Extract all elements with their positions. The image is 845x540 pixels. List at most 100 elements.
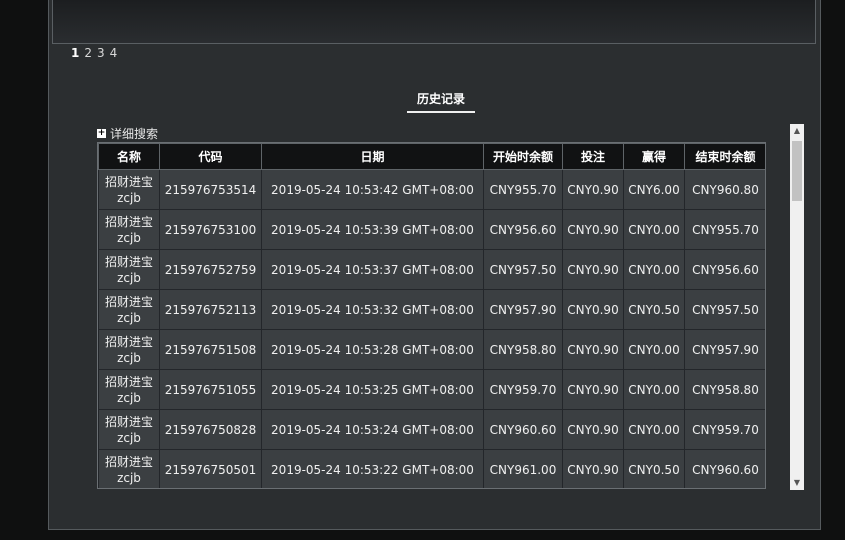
page-link-4[interactable]: 4 bbox=[110, 46, 118, 60]
cell-end-balance: CNY960.60 bbox=[684, 449, 765, 488]
cell-win: CNY0.00 bbox=[623, 329, 685, 370]
table-row: 招财进宝 zcjb 215976753100 2019-05-24 10:53:39 … bbox=[98, 209, 765, 250]
cell-bet: CNY0.90 bbox=[562, 449, 624, 488]
cell-end-balance: CNY960.80 bbox=[684, 169, 765, 210]
table-row: 招财进宝 zcjb 215976751508 2019-05-24 10:53:28 … bbox=[98, 329, 765, 370]
game-name: 招财进宝 bbox=[104, 414, 153, 429]
table-row: 招财进宝 zcjb 215976753514 2019-05-24 10:53:42 … bbox=[98, 169, 765, 210]
header-date: 日期 bbox=[261, 143, 484, 170]
cell-code: 215976752759 bbox=[159, 249, 262, 290]
header-start-balance: 开始时余额 bbox=[483, 143, 563, 170]
table-scrollbar[interactable]: ▲ ▼ bbox=[790, 124, 804, 490]
table-row: 招财进宝 zcjb 215976752113 2019-05-24 10:53:32 … bbox=[98, 289, 765, 330]
history-table-container: 名称 代码 日期 开始时余额 投注 赢得 结束时余额 招财进宝 zcjb 21597… bbox=[97, 142, 766, 489]
detailed-search-label: 详细搜索 bbox=[110, 127, 159, 141]
cell-bet: CNY0.90 bbox=[562, 249, 624, 290]
cell-win: CNY0.00 bbox=[623, 209, 685, 250]
cell-win: CNY6.00 bbox=[623, 169, 685, 210]
detailed-search-toggle[interactable]: + 详细搜索 bbox=[97, 125, 158, 142]
cell-end-balance: CNY957.90 bbox=[684, 329, 765, 370]
cell-date: 2019-05-24 10:53:39 GMT+08:00 bbox=[261, 209, 484, 250]
cell-win: CNY0.50 bbox=[623, 449, 685, 488]
game-name: 招财进宝 bbox=[104, 334, 153, 349]
cell-date: 2019-05-24 10:53:25 GMT+08:00 bbox=[261, 369, 484, 410]
game-code: zcjb bbox=[117, 230, 141, 245]
cell-win: CNY0.50 bbox=[623, 289, 685, 330]
cell-code: 215976750828 bbox=[159, 409, 262, 450]
cell-name: 招财进宝 zcjb bbox=[98, 409, 160, 450]
game-code: zcjb bbox=[117, 310, 141, 325]
header-name: 名称 bbox=[98, 143, 160, 170]
header-end-balance: 结束时余额 bbox=[684, 143, 765, 170]
cell-date: 2019-05-24 10:53:28 GMT+08:00 bbox=[261, 329, 484, 370]
header-code: 代码 bbox=[159, 143, 262, 170]
game-name: 招财进宝 bbox=[104, 254, 153, 269]
cell-code: 215976751055 bbox=[159, 369, 262, 410]
header-bet: 投注 bbox=[562, 143, 624, 170]
page-link-1[interactable]: 1 bbox=[71, 46, 79, 60]
cell-date: 2019-05-24 10:53:22 GMT+08:00 bbox=[261, 449, 484, 488]
cell-bet: CNY0.90 bbox=[562, 169, 624, 210]
cell-date: 2019-05-24 10:53:42 GMT+08:00 bbox=[261, 169, 484, 210]
cell-code: 215976751508 bbox=[159, 329, 262, 370]
cell-date: 2019-05-24 10:53:37 GMT+08:00 bbox=[261, 249, 484, 290]
cell-name: 招财进宝 zcjb bbox=[98, 369, 160, 410]
cell-win: CNY0.00 bbox=[623, 249, 685, 290]
cell-name: 招财进宝 zcjb bbox=[98, 449, 160, 488]
game-name: 招财进宝 bbox=[104, 214, 153, 229]
page-link-2[interactable]: 2 bbox=[84, 46, 92, 60]
game-code: zcjb bbox=[117, 190, 141, 205]
cell-bet: CNY0.90 bbox=[562, 289, 624, 330]
game-code: zcjb bbox=[117, 390, 141, 405]
table-header-row: 名称 代码 日期 开始时余额 投注 赢得 结束时余额 bbox=[98, 143, 765, 170]
history-table: 名称 代码 日期 开始时余额 投注 赢得 结束时余额 招财进宝 zcjb 21597… bbox=[98, 143, 765, 488]
arrow-up-icon[interactable]: ▲ bbox=[790, 124, 804, 138]
top-panel bbox=[52, 0, 816, 44]
cell-start-balance: CNY959.70 bbox=[483, 369, 563, 410]
cell-start-balance: CNY956.60 bbox=[483, 209, 563, 250]
cell-end-balance: CNY958.80 bbox=[684, 369, 765, 410]
history-title: 历史记录 bbox=[407, 90, 475, 113]
game-code: zcjb bbox=[117, 350, 141, 365]
plus-box-icon: + bbox=[97, 128, 106, 138]
cell-win: CNY0.00 bbox=[623, 409, 685, 450]
cell-end-balance: CNY956.60 bbox=[684, 249, 765, 290]
history-window: 1234 历史记录 + 详细搜索 名称 代码 日期 开始时余额 投注 赢得 结束… bbox=[48, 0, 821, 530]
cell-end-balance: CNY955.70 bbox=[684, 209, 765, 250]
cell-date: 2019-05-24 10:53:24 GMT+08:00 bbox=[261, 409, 484, 450]
cell-bet: CNY0.90 bbox=[562, 209, 624, 250]
cell-code: 215976753514 bbox=[159, 169, 262, 210]
cell-bet: CNY0.90 bbox=[562, 369, 624, 410]
cell-bet: CNY0.90 bbox=[562, 329, 624, 370]
cell-start-balance: CNY957.50 bbox=[483, 249, 563, 290]
cell-bet: CNY0.90 bbox=[562, 409, 624, 450]
header-win: 赢得 bbox=[623, 143, 685, 170]
cell-code: 215976753100 bbox=[159, 209, 262, 250]
cell-date: 2019-05-24 10:53:32 GMT+08:00 bbox=[261, 289, 484, 330]
table-row: 招财进宝 zcjb 215976750828 2019-05-24 10:53:24 … bbox=[98, 409, 765, 450]
scrollbar-thumb[interactable] bbox=[792, 141, 802, 201]
cell-end-balance: CNY959.70 bbox=[684, 409, 765, 450]
game-code: zcjb bbox=[117, 430, 141, 445]
cell-code: 215976752113 bbox=[159, 289, 262, 330]
table-row: 招财进宝 zcjb 215976750501 2019-05-24 10:53:22 … bbox=[98, 449, 765, 488]
cell-start-balance: CNY961.00 bbox=[483, 449, 563, 488]
game-name: 招财进宝 bbox=[104, 454, 153, 469]
cell-name: 招财进宝 zcjb bbox=[98, 209, 160, 250]
cell-win: CNY0.00 bbox=[623, 369, 685, 410]
table-row: 招财进宝 zcjb 215976752759 2019-05-24 10:53:37 … bbox=[98, 249, 765, 290]
cell-start-balance: CNY960.60 bbox=[483, 409, 563, 450]
cell-start-balance: CNY957.90 bbox=[483, 289, 563, 330]
game-code: zcjb bbox=[117, 270, 141, 285]
page-link-3[interactable]: 3 bbox=[97, 46, 105, 60]
arrow-down-icon[interactable]: ▼ bbox=[790, 476, 804, 490]
game-code: zcjb bbox=[117, 470, 141, 485]
cell-end-balance: CNY957.50 bbox=[684, 289, 765, 330]
cell-name: 招财进宝 zcjb bbox=[98, 169, 160, 210]
game-name: 招财进宝 bbox=[104, 294, 153, 309]
cell-code: 215976750501 bbox=[159, 449, 262, 488]
cell-start-balance: CNY958.80 bbox=[483, 329, 563, 370]
game-name: 招财进宝 bbox=[104, 374, 153, 389]
table-row: 招财进宝 zcjb 215976751055 2019-05-24 10:53:25 … bbox=[98, 369, 765, 410]
cell-name: 招财进宝 zcjb bbox=[98, 289, 160, 330]
